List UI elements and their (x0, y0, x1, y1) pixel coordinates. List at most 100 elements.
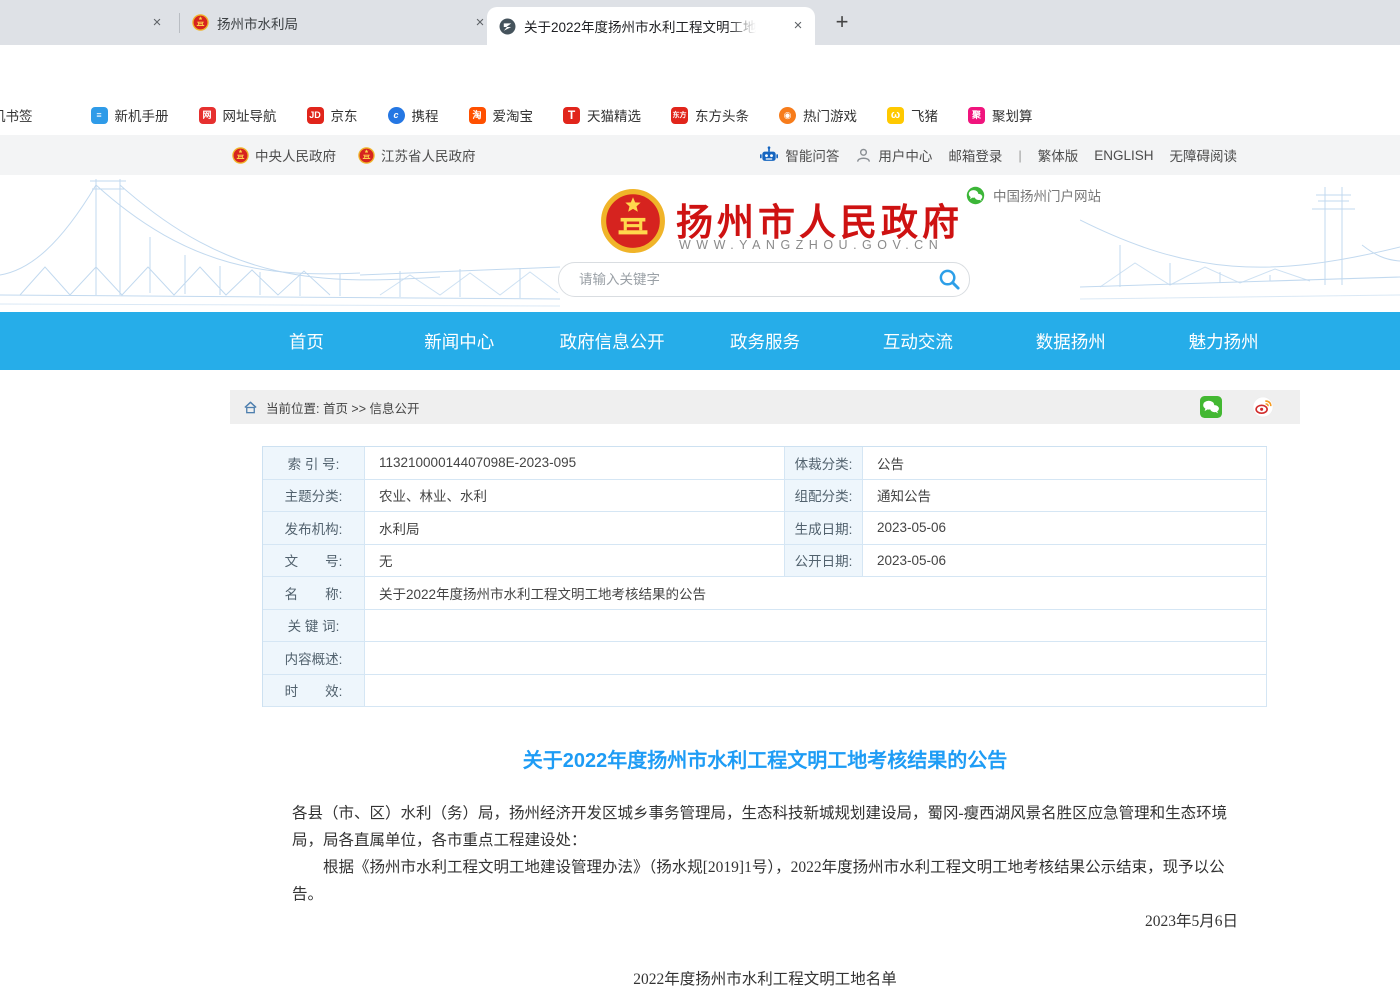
bookmark-item[interactable]: 网 网址导航 (199, 105, 277, 125)
tab-yangzhou-water-bureau[interactable]: 扬州市水利局 × (182, 0, 495, 45)
meta-label: 公开日期: (785, 545, 863, 578)
bookmark-item[interactable]: c 携程 (388, 105, 439, 125)
tab-separator (179, 13, 180, 33)
link-label: 繁体版 (1038, 145, 1079, 165)
link-label: 中央人民政府 (255, 145, 336, 165)
table-row: 主题分类: 农业、林业、水利 组配分类: 通知公告 (263, 480, 1267, 513)
nav-gov-info-disclosure[interactable]: 政府信息公开 (536, 312, 689, 370)
bookmark-item[interactable]: 东方 东方头条 (671, 105, 749, 125)
meta-value-group: 通知公告 (863, 480, 1267, 513)
nav-data-yangzhou[interactable]: 数据扬州 (994, 312, 1147, 370)
bookmark-label: 网址导航 (223, 105, 277, 125)
bookmark-label: 新机手册 (115, 105, 169, 125)
tab-partial[interactable]: × (0, 0, 178, 45)
meta-value-keywords (365, 610, 1267, 643)
separator: | (1018, 148, 1021, 163)
link-mail-login[interactable]: 邮箱登录 (948, 145, 1002, 165)
bookmark-label: 携程 (412, 105, 439, 125)
user-icon (855, 147, 872, 164)
bridge-sketch-right (1080, 175, 1400, 312)
tab-title: 扬州市水利局 (217, 13, 298, 33)
meta-value-theme: 农业、林业、水利 (365, 480, 785, 513)
bookmark-item[interactable]: 聚 聚划算 (968, 105, 1033, 125)
bookmark-item[interactable]: JD 京东 (307, 105, 358, 125)
new-tab-button[interactable]: + (828, 9, 856, 37)
bookmark-item[interactable]: ≡ 新机手册 (91, 105, 169, 125)
link-traditional-chinese[interactable]: 繁体版 (1038, 145, 1079, 165)
portal-link[interactable]: 中国扬州门户网站 (966, 185, 1101, 205)
link-label: 智能问答 (785, 145, 839, 165)
browser-tab-bar: × 扬州市水利局 × 关于2022年度扬州市水利工程文明工地考核结果的公告 × … (0, 0, 1400, 45)
bookmark-favicon: 淘 (469, 107, 486, 124)
tab-close-icon[interactable]: × (789, 17, 807, 35)
robot-icon (759, 145, 779, 165)
bookmark-favicon: ◉ (779, 107, 796, 124)
table-row: 文 号: 无 公开日期: 2023-05-06 (263, 545, 1267, 578)
article-paragraph: 根据《扬州市水利工程文明工地建设管理办法》（扬水规[2019]1号），2022年… (292, 854, 1236, 908)
nav-home[interactable]: 首页 (230, 312, 383, 370)
gov-utility-bar: 中央人民政府 江苏省人民政府 智能问答 用 (0, 135, 1400, 175)
article-title: 关于2022年度扬州市水利工程文明工地考核结果的公告 (230, 744, 1300, 773)
link-jiangsu-government[interactable]: 江苏省人民政府 (358, 145, 476, 165)
tab-close-icon[interactable]: × (148, 14, 166, 32)
site-domain: WWW.YANGZHOU.GOV.CN (679, 238, 943, 252)
bookmark-item[interactable]: ◉ 热门游戏 (779, 105, 857, 125)
article-date: 2023年5月6日 (292, 908, 1238, 935)
document-meta-table: 索 引 号: 11321000014407098E-2023-095 体裁分类:… (262, 446, 1267, 707)
bookmark-favicon: ≡ (91, 107, 108, 124)
table-row: 名 称: 关于2022年度扬州市水利工程文明工地考核结果的公告 (263, 577, 1267, 610)
link-accessible-reading[interactable]: 无障碍阅读 (1170, 145, 1238, 165)
bookmark-item[interactable]: ω 飞猪 (887, 105, 938, 125)
main-navigation: 首页 新闻中心 政府信息公开 政务服务 互动交流 数据扬州 魅力扬州 (0, 312, 1400, 370)
bookmark-label: 京东 (331, 105, 358, 125)
link-english[interactable]: ENGLISH (1094, 148, 1153, 163)
search-input[interactable] (577, 271, 929, 288)
table-row: 索 引 号: 11321000014407098E-2023-095 体裁分类:… (263, 447, 1267, 480)
link-label: ENGLISH (1094, 148, 1153, 163)
gov-emblem-icon (192, 14, 209, 31)
bookmark-label: 飞猪 (911, 105, 938, 125)
tab-announcement-active[interactable]: 关于2022年度扬州市水利工程文明工地考核结果的公告 × (487, 7, 815, 45)
bookmark-label: 天猫精选 (587, 105, 641, 125)
weibo-share-icon[interactable] (1252, 396, 1274, 418)
search-button[interactable] (929, 263, 969, 296)
link-smart-qa[interactable]: 智能问答 (759, 145, 839, 165)
meta-label: 名 称: (263, 577, 365, 610)
link-central-government[interactable]: 中央人民政府 (232, 145, 336, 165)
nav-charm-yangzhou[interactable]: 魅力扬州 (1147, 312, 1300, 370)
gov-emblem-icon (358, 147, 375, 164)
bookmark-item[interactable]: 淘 爱淘宝 (469, 105, 534, 125)
meta-label: 体裁分类: (785, 447, 863, 480)
meta-value-genre: 公告 (863, 447, 1267, 480)
meta-value-doc-number: 无 (365, 545, 785, 578)
portal-label: 中国扬州门户网站 (993, 185, 1101, 205)
meta-label: 索 引 号: (263, 447, 365, 480)
site-search (558, 262, 970, 297)
bookmark-label: 东方头条 (695, 105, 749, 125)
nav-gov-services[interactable]: 政务服务 (689, 312, 842, 370)
link-label: 邮箱登录 (948, 145, 1002, 165)
meta-value-index-number: 11321000014407098E-2023-095 (365, 447, 785, 480)
link-user-center[interactable]: 用户中心 (855, 145, 932, 165)
bookmark-label: 爱淘宝 (493, 105, 534, 125)
nav-news-center[interactable]: 新闻中心 (383, 312, 536, 370)
meta-value-validity (365, 675, 1267, 708)
bookmarks-bar: 机书签 ≡ 新机手册 网 网址导航 JD 京东 c 携程 淘 爱淘宝 T 天猫精… (0, 95, 1400, 135)
nav-interaction[interactable]: 互动交流 (841, 312, 994, 370)
bookmark-item[interactable]: T 天猫精选 (563, 105, 641, 125)
meta-value-title: 关于2022年度扬州市水利工程文明工地考核结果的公告 (365, 577, 1267, 610)
table-row: 发布机构: 水利局 生成日期: 2023-05-06 (263, 512, 1267, 545)
bookmark-favicon: 网 (199, 107, 216, 124)
breadcrumb-text[interactable]: 当前位置: 首页 >> 信息公开 (266, 398, 420, 417)
meta-label: 关 键 词: (263, 610, 365, 643)
table-row: 内容概述: (263, 642, 1267, 675)
site-favicon-icon (499, 18, 516, 35)
wechat-share-icon[interactable] (1200, 396, 1222, 418)
bookmark-favicon: 聚 (968, 107, 985, 124)
table-row: 关 键 词: (263, 610, 1267, 643)
meta-label: 主题分类: (263, 480, 365, 513)
bookmark-label: 聚划算 (992, 105, 1033, 125)
meta-label: 内容概述: (263, 642, 365, 675)
bookmark-item[interactable]: 机书签 (0, 105, 33, 125)
bookmark-favicon: ω (887, 107, 904, 124)
